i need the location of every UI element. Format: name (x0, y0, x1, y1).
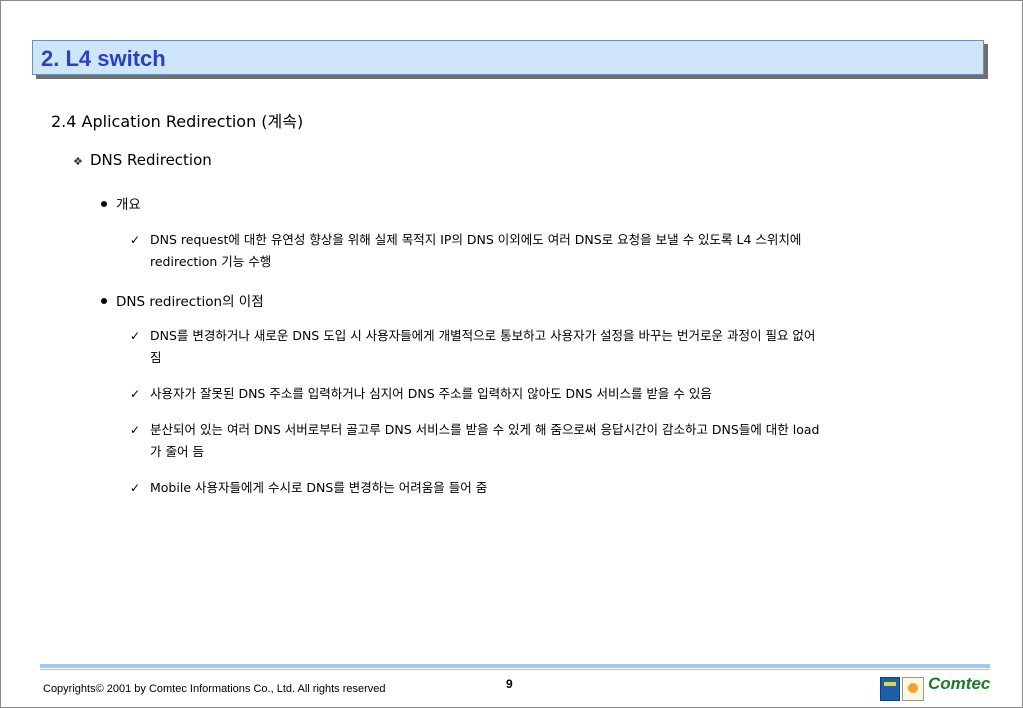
list-item: ✓ 분산되어 있는 여러 DNS 서버로부터 골고루 DNS 서비스를 받을 수… (130, 419, 978, 463)
list-item-line: 사용자가 잘못된 DNS 주소를 입력하거나 심지어 DNS 주소를 입력하지 … (150, 386, 712, 401)
certification-badge-icon (880, 677, 900, 701)
check-icon: ✓ (130, 387, 141, 401)
page-title: 2. L4 switch (41, 46, 166, 71)
list-item-line: Mobile 사용자들에게 수시로 DNS를 변경하는 어려움을 들어 줌 (150, 480, 488, 495)
diamond-bullet-icon: ❖ (73, 155, 83, 168)
subsection-label: DNS Redirection (90, 151, 212, 169)
check-icon: ✓ (130, 233, 141, 247)
bullet-dot-icon (101, 201, 107, 207)
list-item: ✓ 사용자가 잘못된 DNS 주소를 입력하거나 심지어 DNS 주소를 입력하… (130, 383, 978, 405)
copyright-text: Copyrights© 2001 by Comtec Informations … (43, 683, 386, 695)
check-icon: ✓ (130, 329, 141, 343)
list-item-line: DNS를 변경하거나 새로운 DNS 도입 시 사용자들에게 개별적으로 통보하… (150, 328, 816, 343)
page-number: 9 (506, 677, 513, 691)
list-item: ✓ DNS request에 대한 유연성 향상을 위해 실제 목적지 IP의 … (130, 229, 978, 273)
list-item-line: 분산되어 있는 여러 DNS 서버로부터 골고루 DNS 서비스를 받을 수 있… (150, 422, 820, 437)
check-icon: ✓ (130, 423, 141, 437)
bullet-label: 개요 (116, 197, 141, 213)
title-bar: 2. L4 switch (32, 40, 984, 75)
footer-divider (40, 664, 990, 668)
comtec-logo: Comtec (928, 674, 991, 693)
footer-divider-thin (40, 669, 990, 670)
list-item: ✓ Mobile 사용자들에게 수시로 DNS를 변경하는 어려움을 들어 줌 (130, 477, 978, 499)
list-item-line: 짐 (150, 350, 162, 365)
section-heading: 2.4 Aplication Redirection (계속) (51, 112, 304, 131)
check-icon: ✓ (130, 481, 141, 495)
bullet-overview: 개요 (101, 193, 141, 213)
bullet-label: DNS redirection의 이점 (116, 294, 264, 310)
bullet-dot-icon (101, 298, 107, 304)
list-item-line: 가 줄어 듬 (150, 444, 204, 459)
list-item-line: redirection 기능 수행 (150, 254, 272, 269)
list-item: ✓ DNS를 변경하거나 새로운 DNS 도입 시 사용자들에게 개별적으로 통… (130, 325, 978, 369)
award-badge-icon (902, 677, 924, 701)
subsection-heading: ❖ DNS Redirection (73, 151, 212, 169)
bullet-benefits: DNS redirection의 이점 (101, 290, 264, 310)
list-item-line: DNS request에 대한 유연성 향상을 위해 실제 목적지 IP의 DN… (150, 232, 802, 247)
